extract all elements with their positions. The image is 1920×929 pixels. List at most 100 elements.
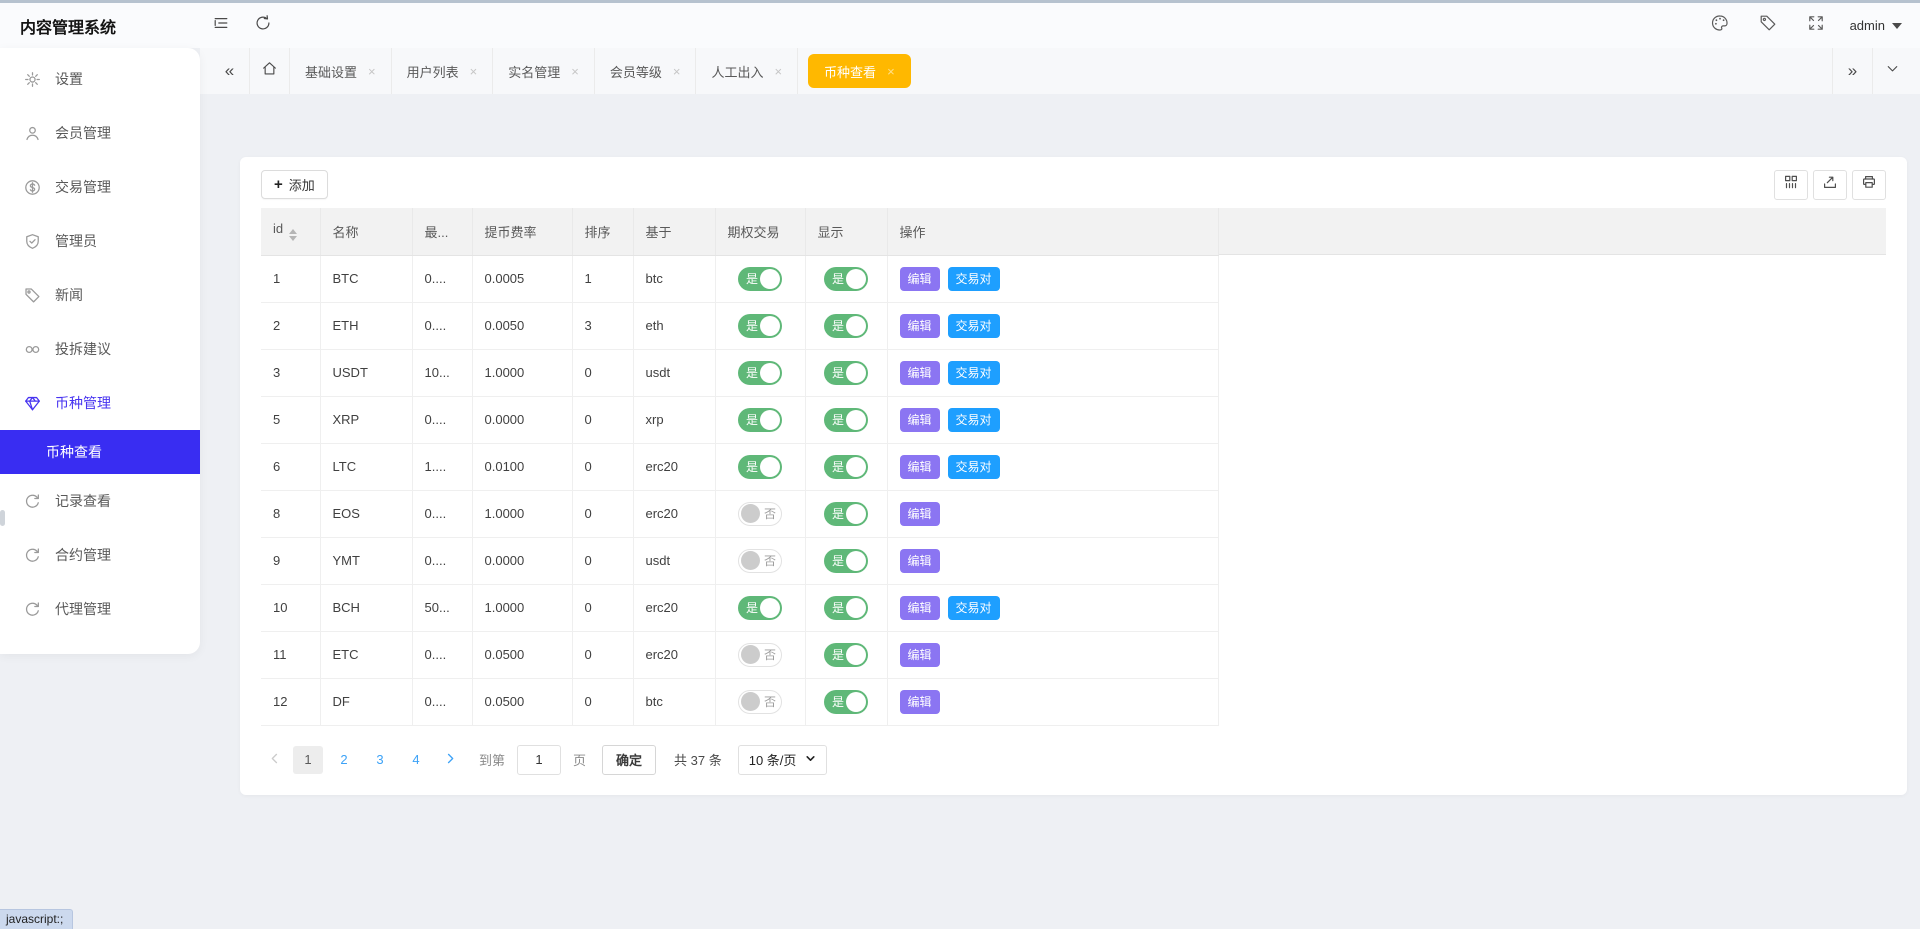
option-trade-switch[interactable]: 否 (738, 502, 782, 526)
page-number-4[interactable]: 4 (401, 746, 431, 774)
show-switch[interactable]: 是 (824, 314, 868, 338)
add-button[interactable]: + 添加 (261, 170, 328, 199)
show-switch[interactable]: 是 (824, 267, 868, 291)
goto-page-input[interactable] (517, 745, 561, 775)
home-tab-button[interactable] (250, 48, 290, 94)
show-switch[interactable]: 是 (824, 408, 868, 432)
pair-button[interactable]: 交易对 (948, 361, 1000, 385)
edit-button[interactable]: 编辑 (900, 596, 940, 620)
export-button[interactable] (1813, 170, 1847, 200)
edit-button[interactable]: 编辑 (900, 643, 940, 667)
switch-label: 是 (832, 552, 844, 569)
close-tab-icon[interactable]: × (673, 64, 681, 79)
show-switch[interactable]: 是 (824, 361, 868, 385)
tab-2[interactable]: 用户列表× (392, 48, 494, 94)
total-count-label: 共 37 条 (674, 750, 722, 769)
cell-fee: 0.0500 (472, 678, 572, 725)
option-trade-switch[interactable]: 否 (738, 690, 782, 714)
sidebar-item-1[interactable]: 设置 (0, 52, 200, 106)
sidebar-scrollbar-thumb[interactable] (0, 510, 5, 526)
switch-label: 是 (746, 458, 758, 475)
switch-label: 否 (764, 693, 776, 710)
option-trade-switch[interactable]: 是 (738, 408, 782, 432)
option-trade-switch[interactable]: 否 (738, 643, 782, 667)
next-page-button[interactable] (437, 746, 463, 774)
columns-toggle-button[interactable] (1774, 170, 1808, 200)
page-size-select[interactable]: 10 条/页 (738, 745, 828, 775)
table-filler (1219, 208, 1887, 726)
edit-button[interactable]: 编辑 (900, 549, 940, 573)
sidebar-item-10[interactable]: 代理管理 (0, 582, 200, 636)
print-button[interactable] (1852, 170, 1886, 200)
edit-button[interactable]: 编辑 (900, 267, 940, 291)
pair-button[interactable]: 交易对 (948, 267, 1000, 291)
tab-options-button[interactable] (1872, 48, 1912, 94)
cell-base: btc (633, 255, 715, 302)
cell-show: 是 (805, 631, 887, 678)
page-number-3[interactable]: 3 (365, 746, 395, 774)
show-switch[interactable]: 是 (824, 690, 868, 714)
show-switch[interactable]: 是 (824, 596, 868, 620)
option-trade-switch[interactable]: 否 (738, 549, 782, 573)
close-tab-icon[interactable]: × (368, 64, 376, 79)
cell-sort: 3 (572, 302, 633, 349)
scroll-tabs-left-button[interactable]: « (210, 48, 250, 94)
close-tab-icon[interactable]: × (887, 64, 895, 79)
sort-icon[interactable] (289, 229, 297, 241)
cell-option-trade: 否 (715, 537, 805, 584)
tab-3[interactable]: 实名管理 × (493, 48, 595, 94)
page-number-1[interactable]: 1 (293, 746, 323, 774)
sidebar-item-2[interactable]: 会员管理 (0, 106, 200, 160)
edit-button[interactable]: 编辑 (900, 690, 940, 714)
prev-page-button[interactable] (261, 746, 287, 774)
confirm-button[interactable]: 确定 (602, 745, 656, 775)
sidebar-item-4[interactable]: 管理员 (0, 214, 200, 268)
option-trade-switch[interactable]: 是 (738, 455, 782, 479)
pair-button[interactable]: 交易对 (948, 408, 1000, 432)
theme-button[interactable] (1696, 3, 1744, 48)
option-trade-switch[interactable]: 是 (738, 314, 782, 338)
close-tab-icon[interactable]: × (571, 64, 579, 79)
option-trade-switch[interactable]: 是 (738, 596, 782, 620)
sidebar-item-7[interactable]: 币种管理 (0, 376, 200, 430)
tab-6[interactable]: 币种查看× (808, 54, 911, 88)
option-trade-switch[interactable]: 是 (738, 267, 782, 291)
show-switch[interactable]: 是 (824, 502, 868, 526)
sidebar-item-3[interactable]: 交易管理 (0, 160, 200, 214)
edit-button[interactable]: 编辑 (900, 502, 940, 526)
tags-button[interactable] (1744, 3, 1792, 48)
edit-button[interactable]: 编辑 (900, 361, 940, 385)
tab-label: 实名管理 (508, 62, 560, 81)
scroll-tabs-right-button[interactable]: » (1832, 48, 1872, 94)
tab-4[interactable]: 会员等级× (595, 48, 697, 94)
sidebar-subitem[interactable]: 币种查看 (0, 430, 200, 474)
page-number-2[interactable]: 2 (329, 746, 359, 774)
collapse-sidebar-button[interactable] (200, 3, 242, 48)
edit-button[interactable]: 编辑 (900, 455, 940, 479)
edit-button[interactable]: 编辑 (900, 314, 940, 338)
user-menu[interactable]: admin (1850, 18, 1902, 33)
show-switch[interactable]: 是 (824, 643, 868, 667)
sidebar-item-8[interactable]: 记录查看 (0, 474, 200, 528)
sidebar-item-6[interactable]: 投拆建议 (0, 322, 200, 376)
pair-button[interactable]: 交易对 (948, 314, 1000, 338)
pair-button[interactable]: 交易对 (948, 455, 1000, 479)
sidebar-item-9[interactable]: 合约管理 (0, 528, 200, 582)
sidebar-item-5[interactable]: 新闻 (0, 268, 200, 322)
option-trade-switch[interactable]: 是 (738, 361, 782, 385)
show-switch[interactable]: 是 (824, 549, 868, 573)
card-toolbar: + 添加 (261, 157, 1886, 208)
edit-button[interactable]: 编辑 (900, 408, 940, 432)
refresh-button[interactable] (242, 3, 284, 48)
column-header-期权交易: 期权交易 (715, 208, 805, 255)
tab-5[interactable]: 人工出入× (696, 48, 798, 94)
column-header-label: 显示 (818, 225, 844, 240)
column-header-id[interactable]: id (261, 208, 320, 255)
close-tab-icon[interactable]: × (774, 64, 782, 79)
pair-button[interactable]: 交易对 (948, 596, 1000, 620)
tab-1[interactable]: 基础设置× (290, 48, 392, 94)
close-tab-icon[interactable]: × (470, 64, 478, 79)
show-switch[interactable]: 是 (824, 455, 868, 479)
table-row: 6LTC1....0.01000erc20是是编辑交易对 (261, 443, 1218, 490)
fullscreen-button[interactable] (1792, 3, 1840, 48)
